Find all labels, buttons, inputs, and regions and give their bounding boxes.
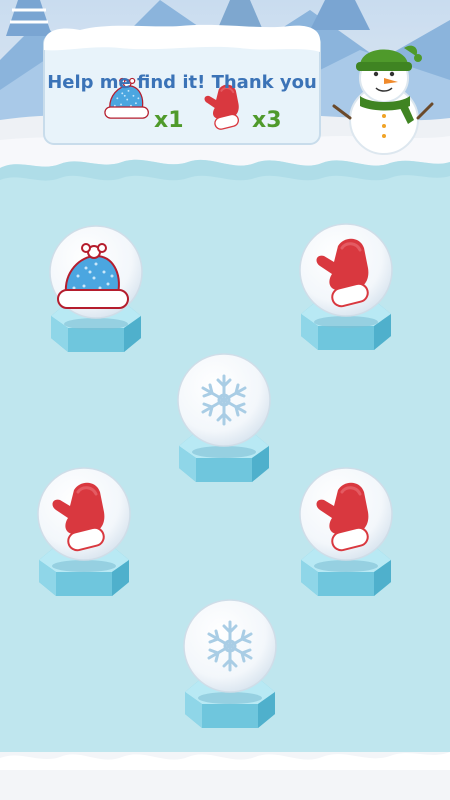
slot-lower-right[interactable] xyxy=(299,467,393,596)
task-title: Help me find it! Thank you xyxy=(47,72,317,93)
hat-count-label: x1 xyxy=(154,108,184,133)
slot-middle-center[interactable] xyxy=(177,353,271,482)
slot-lower-left[interactable] xyxy=(37,467,131,596)
slot-bottom-center[interactable] xyxy=(183,599,277,728)
slot-top-right[interactable] xyxy=(299,223,393,350)
mitten-count-label: x3 xyxy=(252,108,282,133)
slot-top-left[interactable] xyxy=(49,225,143,352)
